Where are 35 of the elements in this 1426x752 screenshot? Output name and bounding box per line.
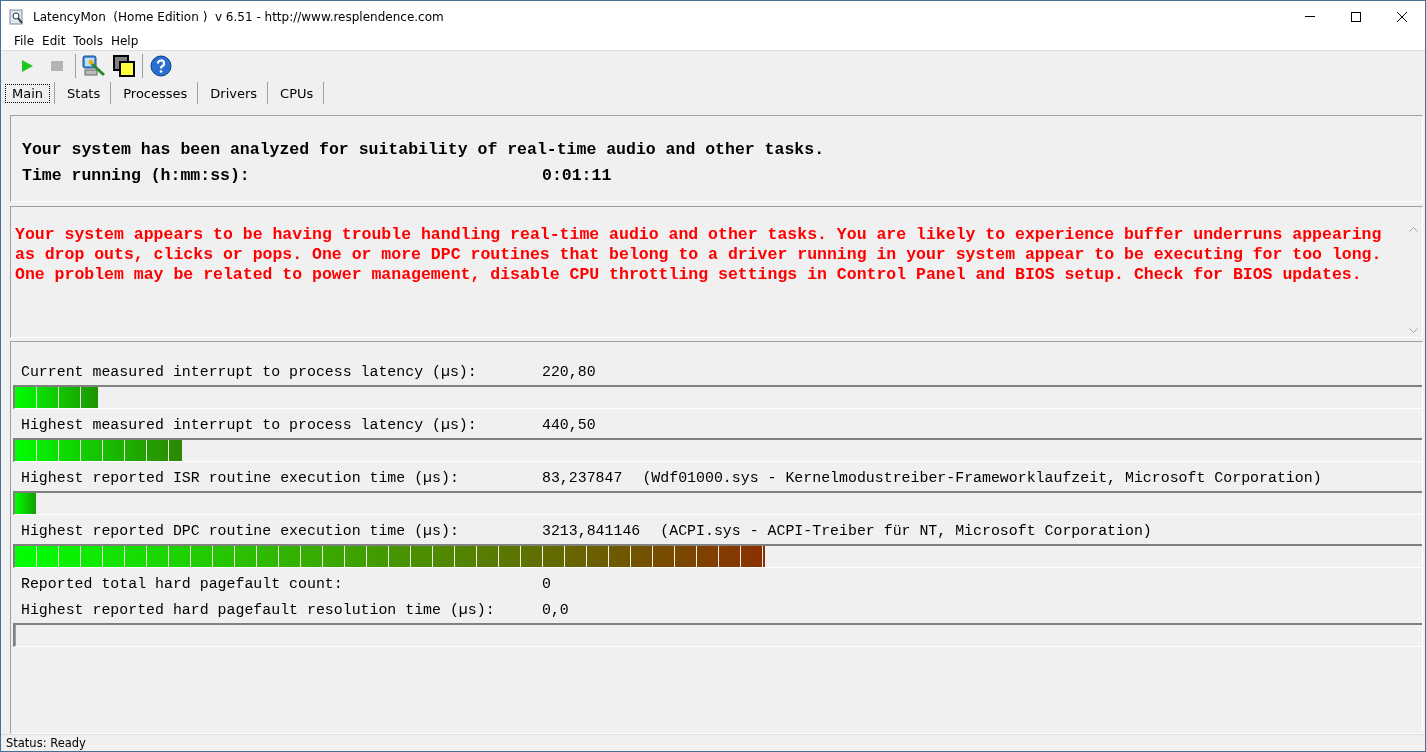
measurement-label: Reported total hard pagefault count: — [21, 576, 344, 592]
tab[interactable]: Drivers — [203, 83, 264, 103]
maximize-icon[interactable] — [1351, 11, 1361, 22]
monitor-probe-icon[interactable] — [82, 55, 106, 77]
driver-detail: (Wdf01000.sys - Kernelmodustreiber-Frameworklaufzeit, Microsoft Corporation) — [642, 470, 1322, 486]
summary-text: Your system has been analyzed for suitability of real-time audio and other tasks. — [22, 139, 825, 159]
help-icon[interactable] — [150, 55, 172, 77]
driver-detail: (ACPI.sys - ACPI-Treiber für NT, Microsoft Corporation) — [660, 523, 1152, 539]
menu-item[interactable]: File — [11, 34, 40, 48]
measurement-value: 83,237847 — [542, 470, 623, 486]
menu-item[interactable]: Edit — [39, 34, 71, 48]
measurement-value: 0 — [542, 576, 551, 592]
app-icon — [9, 8, 25, 25]
measurement-label: Highest measured interrupt to process latency (µs): — [21, 417, 478, 433]
menu-item[interactable]: Help — [107, 34, 144, 48]
measurement-label: Highest reported DPC routine execution time (µs): — [21, 523, 460, 539]
overlapping-windows-icon[interactable] — [113, 55, 135, 77]
window-title: LatencyMon (Home Edition ) v 6.51 - http://www.resplendence.com — [33, 9, 445, 24]
status-text: Status: Ready — [1, 734, 1425, 751]
close-icon[interactable] — [1397, 11, 1407, 22]
measurement-value: 3213,841146 — [542, 523, 641, 539]
tab[interactable]: Stats — [60, 83, 107, 103]
measurement-label: Highest reported ISR routine execution time (µs): — [21, 470, 460, 486]
time-label: Time running (h:mm:ss): — [22, 165, 251, 185]
tab[interactable]: Main — [5, 83, 51, 103]
measurement-label: Current measured interrupt to process latency (µs): — [21, 364, 478, 380]
measurement-label: Highest reported hard pagefault resolution time (µs): — [21, 602, 496, 618]
measurement-value: 0,0 — [542, 602, 569, 618]
time-value: 0:01:11 — [542, 165, 612, 185]
warning-message: Your system appears to be having trouble handling real-time audio and other tasks. You are likely to experience buffer underruns appearing as drop outs, clicks or pops. One or more DPC routines that belong to a driver running in your system appear to be executing for too long. One problem may be related to power management, disable CPU throttling settings in Control Panel and BIOS setup. Check for BIOS updates. — [14, 224, 1383, 286]
measurement-value: 440,50 — [542, 417, 596, 433]
tab[interactable]: CPUs — [273, 83, 320, 103]
measurement-value: 220,80 — [542, 364, 596, 380]
tab[interactable]: Processes — [116, 83, 194, 103]
menu-item[interactable]: Tools — [70, 34, 108, 48]
